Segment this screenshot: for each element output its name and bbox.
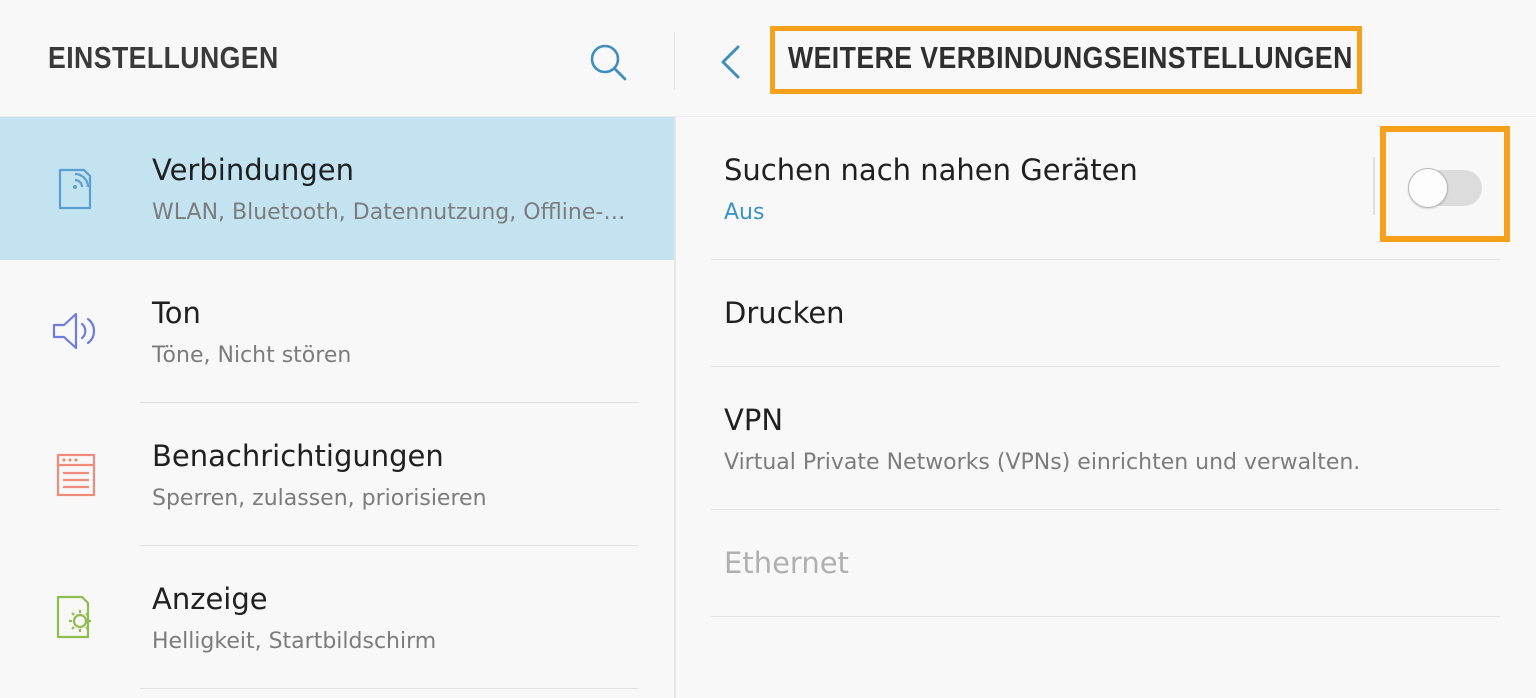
menu-item-subtitle: Sperren, zulassen, priorisieren <box>152 486 487 511</box>
back-button[interactable] <box>714 40 748 84</box>
list-divider <box>711 616 1500 617</box>
setting-title: VPN <box>724 403 784 437</box>
menu-item-title: Ton <box>152 296 201 330</box>
setting-subtitle: Virtual Private Networks (VPNs) einricht… <box>724 450 1361 475</box>
settings-header: EINSTELLUNGEN <box>0 0 674 116</box>
setting-title: Drucken <box>724 296 845 330</box>
menu-item-verbindungen[interactable]: Verbindungen WLAN, Bluetooth, Datennutzu… <box>0 117 674 260</box>
search-icon <box>590 44 627 81</box>
settings-master-pane: EINSTELLUNGEN Verbindungen WLAN, Bluetoo… <box>0 0 674 698</box>
menu-item-subtitle: Helligkeit, Startbildschirm <box>152 629 437 654</box>
setting-status: Aus <box>724 200 765 225</box>
display-icon <box>50 591 102 643</box>
menu-item-title: Verbindungen <box>152 153 354 187</box>
menu-item-title: Anzeige <box>152 582 268 616</box>
back-arrow-icon <box>721 45 740 79</box>
setting-ethernet: Ethernet <box>676 510 1536 617</box>
page-title: WEITERE VERBINDUNGSEINSTELLUNGEN <box>788 40 1353 75</box>
nearby-scan-toggle[interactable] <box>1408 168 1482 208</box>
settings-title: EINSTELLUNGEN <box>48 40 279 75</box>
setting-title: Suchen nach nahen Geräten <box>724 153 1138 187</box>
toggle-knob <box>1408 168 1448 208</box>
setting-vpn[interactable]: VPN Virtual Private Networks (VPNs) einr… <box>676 367 1536 510</box>
notifications-icon <box>50 448 102 500</box>
speaker-icon <box>50 305 102 357</box>
menu-item-anzeige[interactable]: Anzeige Helligkeit, Startbildschirm <box>0 546 674 689</box>
setting-title: Ethernet <box>724 546 849 580</box>
connections-icon <box>50 162 102 214</box>
menu-item-subtitle: WLAN, Bluetooth, Datennutzung, Offline-M… <box>152 200 632 225</box>
header-divider <box>674 32 675 90</box>
settings-app: EINSTELLUNGEN Verbindungen WLAN, Bluetoo… <box>0 0 1536 698</box>
menu-item-benachrichtigungen[interactable]: Benachrichtigungen Sperren, zulassen, pr… <box>0 403 674 546</box>
toggle-divider <box>1373 157 1375 215</box>
list-divider <box>140 688 638 689</box>
search-button[interactable] <box>586 40 630 84</box>
setting-drucken[interactable]: Drucken <box>676 260 1536 367</box>
menu-item-subtitle: Töne, Nicht stören <box>152 343 352 368</box>
menu-item-ton[interactable]: Ton Töne, Nicht stören <box>0 260 674 403</box>
menu-item-title: Benachrichtigungen <box>152 439 444 473</box>
